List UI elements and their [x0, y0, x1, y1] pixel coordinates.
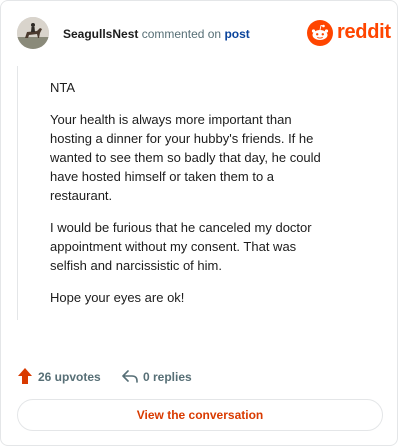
post-link[interactable]: post	[224, 27, 249, 41]
view-conversation-button[interactable]: View the conversation	[17, 399, 383, 431]
reply-count: 0 replies	[143, 370, 192, 384]
brand-name: reddit	[337, 21, 391, 43]
upvote-count: 26 upvotes	[38, 370, 101, 384]
byline: SeagullsNest commented on post	[63, 27, 250, 41]
action-text: commented on	[141, 27, 222, 41]
username[interactable]: SeagullsNest	[63, 27, 138, 41]
comment-body: NTA Your health is always more important…	[17, 66, 397, 320]
reply-arrow-icon	[122, 370, 138, 383]
reddit-brand[interactable]: reddit	[307, 20, 391, 46]
comment-paragraph: Your health is always more important tha…	[50, 112, 321, 203]
comment-paragraph: NTA	[50, 80, 76, 95]
reddit-snoo-icon	[307, 20, 333, 51]
comment-embed-card: SeagullsNest commented on post reddit NT…	[0, 0, 398, 446]
comment-paragraph: I would be furious that he canceled my d…	[50, 220, 312, 273]
comment-paragraph: Hope your eyes are ok!	[50, 290, 185, 305]
avatar[interactable]	[17, 17, 49, 49]
upvote-arrow-icon	[18, 368, 32, 384]
comment-header: SeagullsNest commented on post reddit	[17, 17, 391, 51]
